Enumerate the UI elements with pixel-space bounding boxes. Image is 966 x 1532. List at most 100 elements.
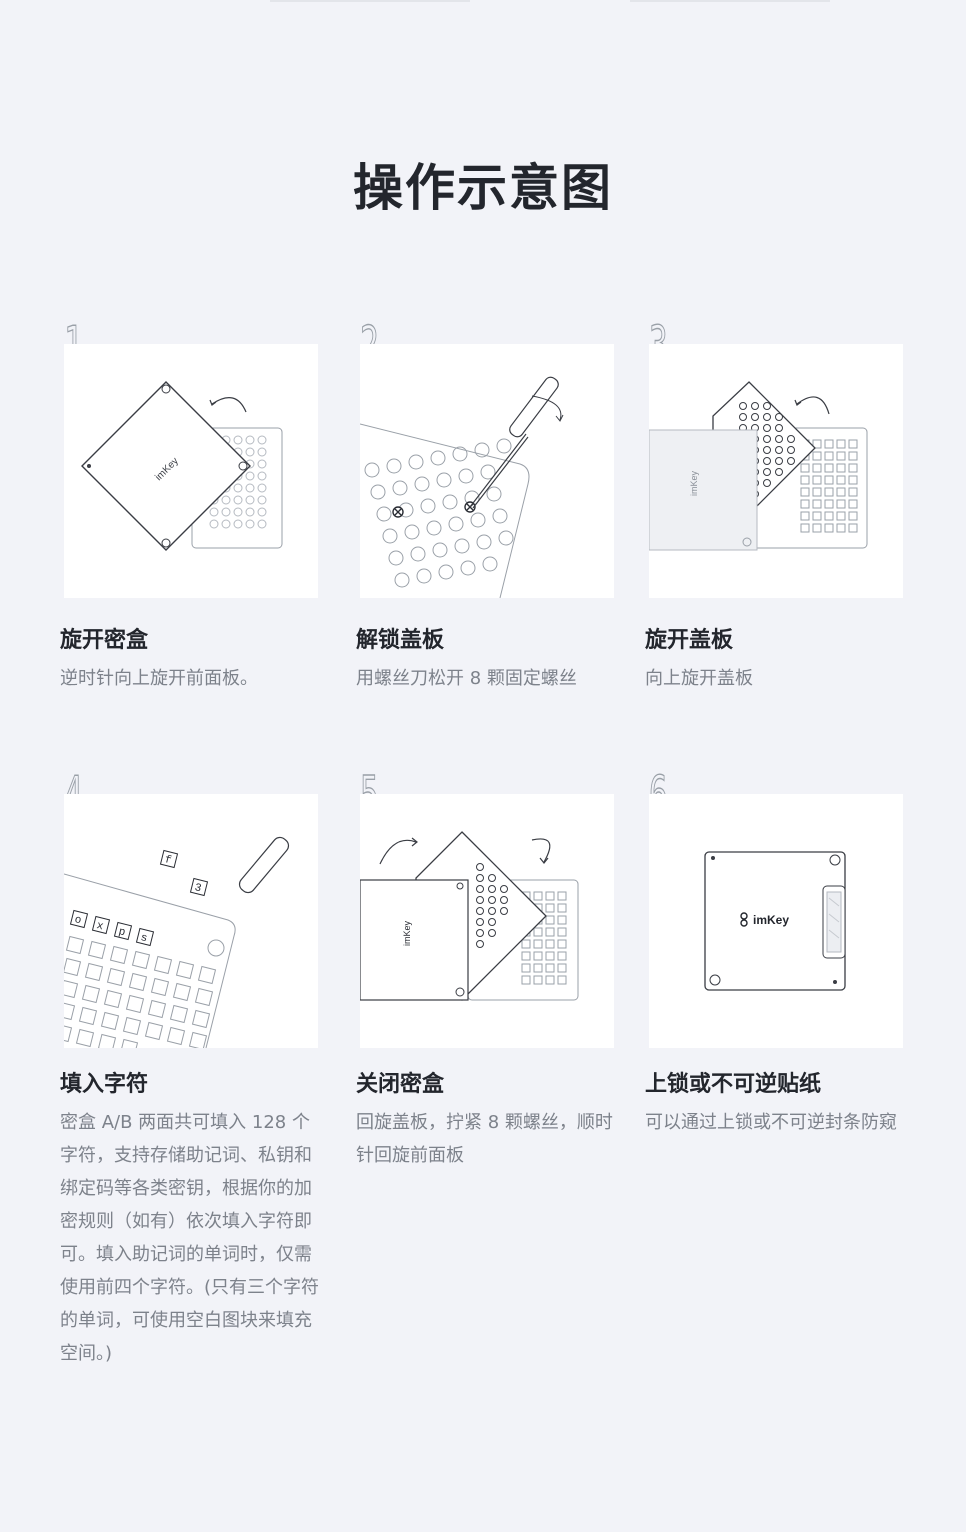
pattern-square [64, 979, 79, 999]
pattern-square [166, 1026, 186, 1046]
pattern-hole [257, 459, 267, 469]
step-illustration: imKey [360, 794, 614, 1048]
step-title: 上锁或不可逆贴纸 [645, 1072, 822, 1097]
pattern-square [64, 957, 82, 977]
pattern-square [545, 903, 555, 913]
pattern-square [824, 499, 834, 509]
pattern-hole [245, 447, 255, 457]
pattern-hole [257, 471, 267, 481]
pattern-square [557, 891, 567, 901]
pattern-square [545, 951, 555, 961]
pattern-square [557, 927, 567, 937]
pattern-square [153, 955, 173, 975]
pattern-square [557, 939, 567, 949]
step-illustration: imKey [649, 794, 903, 1048]
pattern-square [824, 463, 834, 473]
pattern-square [81, 984, 101, 1004]
pattern-hole [442, 494, 458, 510]
pattern-square [533, 927, 543, 937]
pattern-square [75, 1028, 95, 1048]
pattern-hole [426, 520, 442, 536]
pattern-square [812, 487, 822, 497]
pattern-square [119, 1038, 139, 1048]
brand-label: imKey [753, 913, 789, 927]
pattern-hole [432, 542, 448, 558]
top-divider [630, 0, 830, 2]
step-title: 填入字符 [60, 1072, 149, 1097]
rotate-box-illustration: imKey [81, 381, 283, 551]
pattern-square [194, 987, 214, 1007]
brand-label: imKey [402, 920, 412, 946]
pattern-square [64, 1023, 73, 1043]
pattern-square [521, 963, 531, 973]
pattern-hole [221, 519, 231, 529]
pattern-hole [245, 519, 255, 529]
pattern-hole [382, 528, 398, 544]
step-description: 向上旋开盖板 [645, 668, 753, 689]
pattern-square [812, 499, 822, 509]
pattern-square [144, 1021, 164, 1041]
step-illustration: imKey [64, 344, 318, 598]
pattern-square [521, 975, 531, 985]
step-description: 密盒 A/B 两面共可填入 128 个字符，支持存储助记词、私钥和绑定码等各类密… [60, 1112, 320, 1364]
pattern-hole [245, 435, 255, 445]
pattern-square [800, 499, 810, 509]
pattern-hole [448, 516, 464, 532]
pattern-square [836, 487, 846, 497]
pattern-hole [233, 435, 243, 445]
pattern-hole [209, 519, 219, 529]
pattern-hole [414, 476, 430, 492]
pattern-square [97, 1033, 117, 1048]
pattern-square [521, 939, 531, 949]
pattern-hole [460, 560, 476, 576]
pattern-square [545, 891, 555, 901]
pattern-square [824, 523, 834, 533]
pattern-square [197, 965, 217, 985]
pattern-hole [257, 435, 267, 445]
pattern-hole [221, 495, 231, 505]
pattern-hole [257, 483, 267, 493]
pattern-square [836, 451, 846, 461]
pattern-square [188, 1031, 208, 1048]
pattern-square [812, 511, 822, 521]
pattern-hole [454, 538, 470, 554]
pattern-square [122, 1016, 142, 1036]
page-title: 操作示意图 [353, 159, 613, 217]
rotate-cover-illustration: imKey [649, 381, 868, 551]
pattern-square [848, 499, 858, 509]
pattern-hole [233, 507, 243, 517]
pattern-hole [470, 512, 486, 528]
pattern-square [169, 1004, 189, 1024]
pattern-square [147, 999, 167, 1019]
pattern-square [848, 475, 858, 485]
pattern-square [521, 951, 531, 961]
pattern-square [150, 977, 170, 997]
pattern-hole [386, 458, 402, 474]
pattern-hole [404, 524, 420, 540]
pattern-hole [394, 572, 410, 588]
step-illustration [360, 344, 614, 598]
pattern-hole [492, 508, 508, 524]
pattern-hole [438, 564, 454, 580]
pattern-hole [458, 468, 474, 484]
pattern-square [800, 475, 810, 485]
pattern-square [545, 915, 555, 925]
locked-box-illustration: imKey [704, 851, 846, 991]
pattern-square [824, 439, 834, 449]
pattern-square [557, 963, 567, 973]
step-title: 旋开密盒 [60, 628, 149, 653]
pattern-hole [245, 471, 255, 481]
brand-label: imKey [689, 470, 699, 496]
pattern-square [533, 939, 543, 949]
pattern-square [545, 963, 555, 973]
pattern-square [191, 1009, 211, 1029]
pattern-square [65, 935, 85, 955]
pattern-square [545, 939, 555, 949]
step-title: 关闭密盒 [356, 1072, 445, 1097]
pattern-hole [410, 546, 426, 562]
pattern-square [800, 487, 810, 497]
close-box-illustration: imKey [360, 831, 579, 1001]
pattern-square [84, 962, 104, 982]
pattern-square [172, 982, 192, 1002]
pattern-square [848, 451, 858, 461]
